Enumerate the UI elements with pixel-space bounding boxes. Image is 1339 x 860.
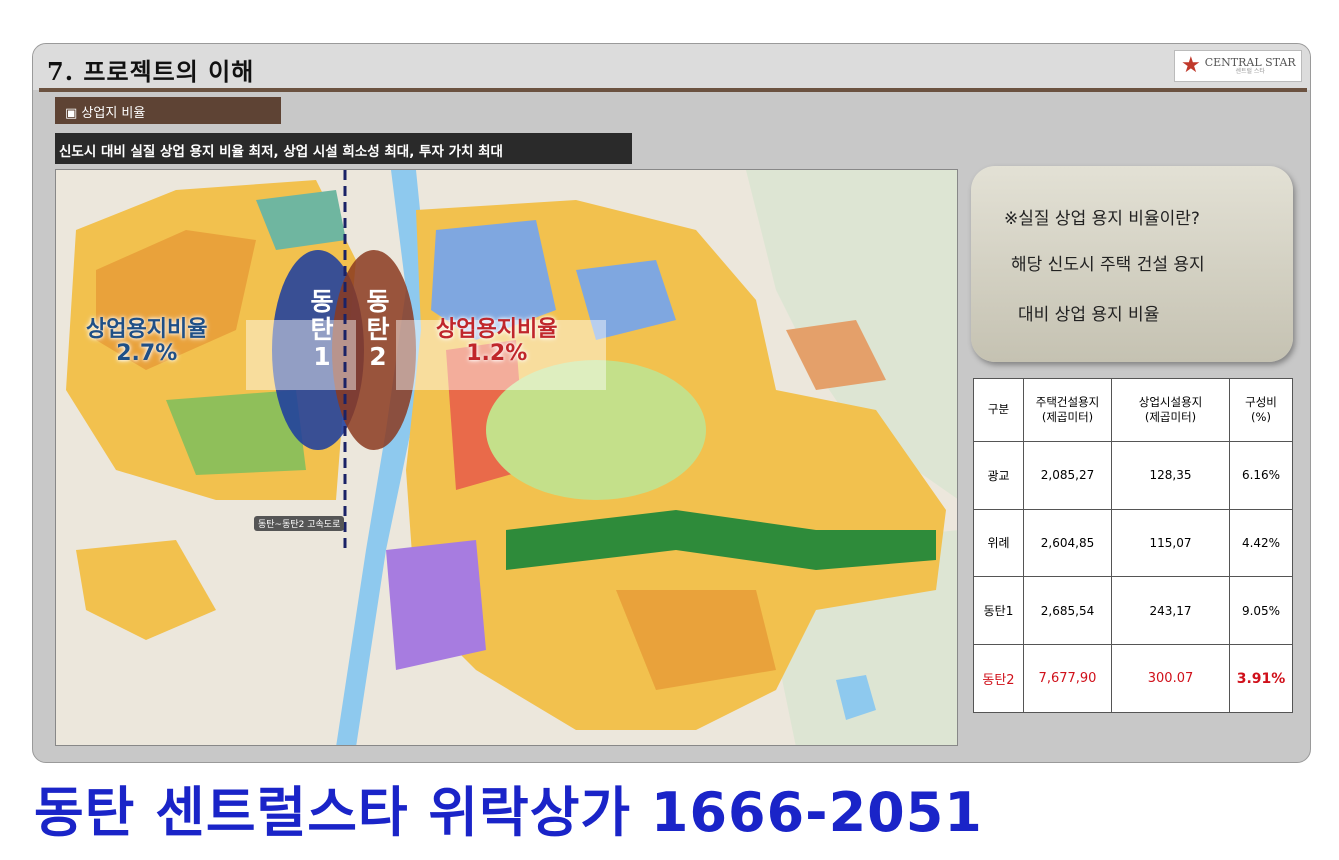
col-header-line: 주택건설용지 bbox=[1035, 394, 1100, 409]
definition-line1: ※실질 상업 용지 비율이란? bbox=[1004, 209, 1200, 229]
col-header-line: 구분 bbox=[987, 402, 1010, 417]
table-header-row: 구분 주택건설용지 (제곱미터) 상업시설용지 (제곱미터) 구성비 (%) bbox=[973, 378, 1293, 442]
table-row: 광교 2,085,27 128,35 6.16% bbox=[973, 440, 1293, 510]
col-header: 구분 bbox=[973, 378, 1024, 442]
definition-box: ※실질 상업 용지 비율이란? 해당 신도시 주택 건설 용지 대비 상업 용지… bbox=[971, 166, 1293, 362]
map-graphic bbox=[56, 170, 957, 745]
dongtan2-ratio-label: 상업용지비율 1.2% bbox=[436, 317, 558, 367]
col-header-line: (제곱미터) bbox=[1041, 409, 1094, 424]
col-header-line: (제곱미터) bbox=[1144, 409, 1197, 424]
col-header-line: 상업시설용지 bbox=[1138, 394, 1203, 409]
dongtan1-label: 동 탄 1 bbox=[310, 287, 334, 371]
col-header-line: (%) bbox=[1251, 409, 1271, 424]
footer-banner: 동탄 센트럴스타 위락상가 1666-2051 bbox=[34, 781, 983, 844]
district-map: 상업용지비율 2.7% 상업용지비율 1.2% 동 탄 1 동 탄 2 동탄~동… bbox=[55, 169, 958, 746]
table-row-highlight: 동탄2 7,677,90 300.07 3.91% bbox=[973, 644, 1293, 713]
logo-sub: 센트럴 스타 bbox=[1235, 67, 1265, 75]
highway-label: 동탄~동탄2 고속도로 bbox=[254, 516, 345, 531]
dongtan1-ratio-label: 상업용지비율 2.7% bbox=[86, 317, 208, 367]
col-header-line: 구성비 bbox=[1245, 394, 1277, 409]
table-row: 동탄1 2,685,54 243,17 9.05% bbox=[973, 576, 1293, 646]
section-tag: ▣ 상업지 비율 bbox=[55, 97, 281, 124]
slide-panel: 7. 프로젝트의 이해 ★ CENTRAL STAR 센트럴 스타 ▣ 상업지 … bbox=[32, 43, 1311, 763]
central-star-logo: ★ CENTRAL STAR 센트럴 스타 bbox=[1174, 50, 1302, 82]
col-header: 주택건설용지 (제곱미터) bbox=[1023, 378, 1112, 442]
land-ratio-table: 구분 주택건설용지 (제곱미터) 상업시설용지 (제곱미터) 구성비 (%) 광교 2… bbox=[973, 378, 1293, 713]
star-icon: ★ bbox=[1181, 53, 1201, 78]
dongtan2-label: 동 탄 2 bbox=[366, 287, 390, 371]
title-divider bbox=[39, 88, 1307, 92]
table-row: 위례 2,604,85 115,07 4.42% bbox=[973, 508, 1293, 578]
definition-line3: 대비 상업 용지 비율 bbox=[1018, 305, 1160, 325]
page-title: 7. 프로젝트의 이해 bbox=[47, 57, 255, 86]
col-header: 상업시설용지 (제곱미터) bbox=[1111, 378, 1230, 442]
headline: 신도시 대비 실질 상업 용지 비율 최저, 상업 시설 희소성 최대, 투자 … bbox=[55, 133, 632, 164]
definition-line2: 해당 신도시 주택 건설 용지 bbox=[1011, 255, 1205, 275]
col-header: 구성비 (%) bbox=[1229, 378, 1293, 442]
